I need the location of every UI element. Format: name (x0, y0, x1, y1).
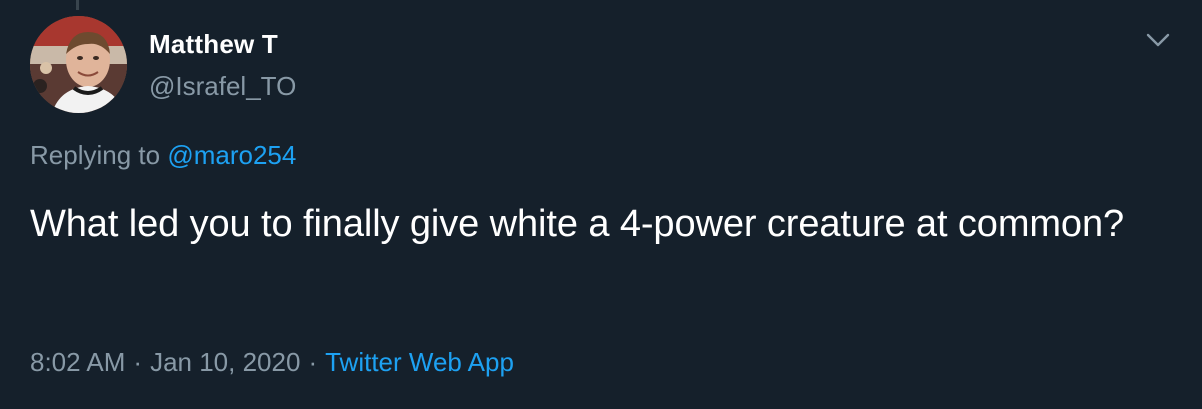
separator: · (308, 347, 318, 377)
avatar[interactable] (30, 16, 127, 113)
tweet-text: What led you to finally give white a 4-p… (30, 203, 1125, 245)
tweet-source-link[interactable]: Twitter Web App (325, 347, 514, 377)
thread-line (76, 0, 79, 10)
profile-photo-icon (30, 16, 127, 113)
reply-mention-link[interactable]: @maro254 (167, 140, 296, 170)
replying-to: Replying to @maro254 (30, 139, 296, 171)
chevron-down-icon[interactable] (1140, 26, 1176, 54)
author-handle[interactable]: @Israfel_TO (149, 70, 296, 102)
tweet-time[interactable]: 8:02 AM (30, 347, 125, 377)
separator: · (133, 347, 143, 377)
author-name[interactable]: Matthew T (149, 28, 278, 60)
tweet-card: Matthew T @Israfel_TO Replying to @maro2… (0, 0, 1202, 409)
tweet-meta: 8:02 AM · Jan 10, 2020 · Twitter Web App (30, 346, 514, 378)
replying-label: Replying to (30, 140, 161, 170)
tweet-date[interactable]: Jan 10, 2020 (150, 347, 300, 377)
